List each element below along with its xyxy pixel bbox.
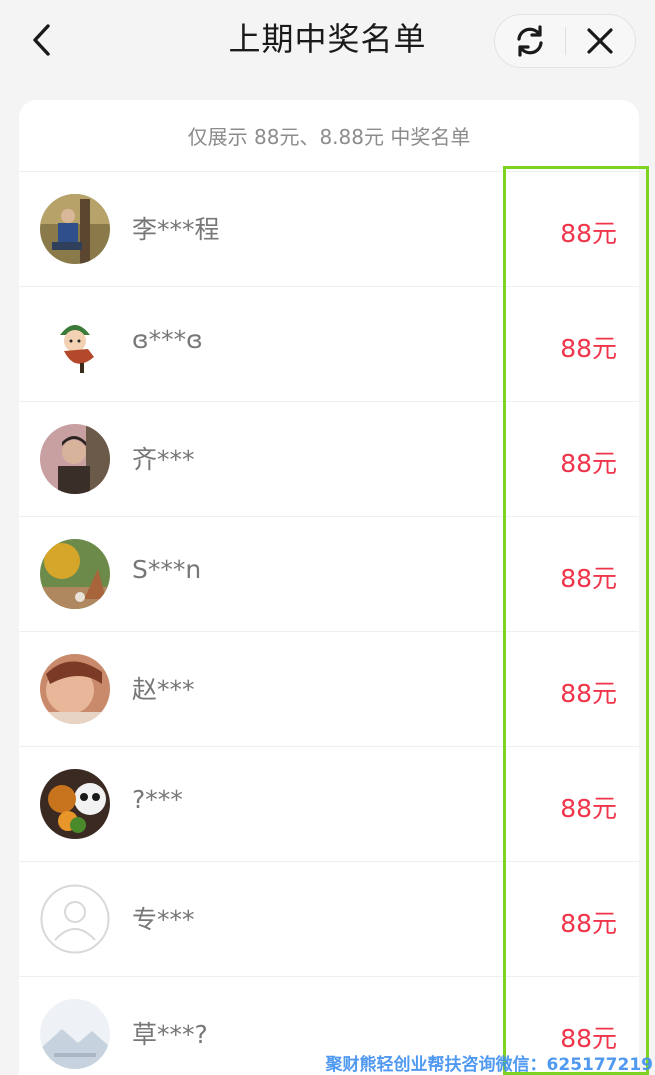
winners-card: 仅展示 88元、8.88元 中奖名单 李***程 88元 ɞ***ɞ 88元 齐… bbox=[19, 100, 639, 1075]
prize-amount: 88元 bbox=[560, 219, 617, 248]
refresh-icon bbox=[517, 25, 543, 57]
winner-name: 李***程 bbox=[132, 215, 220, 244]
avatar bbox=[40, 654, 110, 724]
winner-row: 赵*** 88元 bbox=[19, 632, 639, 747]
refresh-button[interactable] bbox=[495, 15, 565, 67]
winner-name: 赵*** bbox=[132, 675, 195, 704]
avatar bbox=[40, 884, 110, 954]
winner-name: 专*** bbox=[132, 905, 195, 934]
winner-row: ɞ***ɞ 88元 bbox=[19, 287, 639, 402]
watermark-text: 聚财熊轻创业帮扶咨询微信：625177219 bbox=[325, 1055, 653, 1075]
prize-amount: 88元 bbox=[560, 449, 617, 478]
display-note: 仅展示 88元、8.88元 中奖名单 bbox=[19, 100, 639, 172]
miniprogram-capsule bbox=[494, 14, 636, 68]
winner-name: 齐*** bbox=[132, 445, 195, 474]
winner-name: ?*** bbox=[132, 785, 183, 814]
prize-amount: 88元 bbox=[560, 794, 617, 823]
prize-amount: 88元 bbox=[560, 334, 617, 363]
navigation-bar: 上期中奖名单 bbox=[0, 0, 655, 84]
winner-row: 李***程 88元 bbox=[19, 172, 639, 287]
avatar bbox=[40, 194, 110, 264]
prize-amount: 88元 bbox=[560, 564, 617, 593]
default-user-icon bbox=[40, 884, 110, 954]
prize-amount: 88元 bbox=[560, 909, 617, 938]
winner-name: ɞ***ɞ bbox=[132, 325, 203, 354]
winner-name: S***n bbox=[132, 555, 202, 584]
prize-amount: 88元 bbox=[560, 679, 617, 708]
close-button[interactable] bbox=[566, 15, 636, 67]
close-icon bbox=[587, 28, 613, 54]
avatar bbox=[40, 539, 110, 609]
winner-name: 草***? bbox=[132, 1020, 208, 1049]
avatar bbox=[40, 309, 110, 379]
avatar bbox=[40, 999, 110, 1069]
winner-row: S***n 88元 bbox=[19, 517, 639, 632]
winner-row: ?*** 88元 bbox=[19, 747, 639, 862]
winner-row: 专*** 88元 bbox=[19, 862, 639, 977]
avatar bbox=[40, 424, 110, 494]
avatar bbox=[40, 769, 110, 839]
winner-row: 齐*** 88元 bbox=[19, 402, 639, 517]
